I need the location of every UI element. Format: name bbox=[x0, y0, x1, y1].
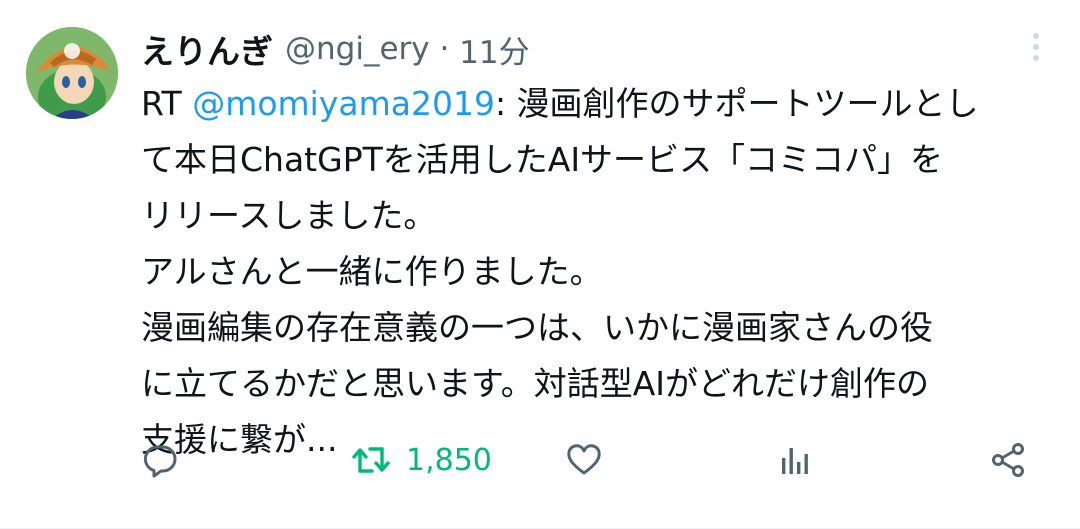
avatar[interactable] bbox=[26, 27, 118, 119]
tweet-text-line: て本日ChatGPTを活用したAIサービス「コミコパ」を bbox=[141, 140, 944, 179]
display-name[interactable]: えりんぎ bbox=[141, 25, 273, 73]
tweet-header: えりんぎ @ngi_ery · 11分 bbox=[141, 24, 530, 74]
tweet-text: RT @momiyama2019: 漫画創作のサポートツールとし て本日Chat… bbox=[141, 76, 1041, 468]
more-vertical-icon[interactable] bbox=[1024, 30, 1048, 64]
like-button[interactable] bbox=[566, 432, 602, 488]
reply-button[interactable] bbox=[142, 432, 178, 488]
tweet-text-line: 漫画編集の存在意義の一つは、いかに漫画家さんの役 bbox=[141, 308, 933, 347]
share-icon bbox=[990, 442, 1026, 478]
tweet-text-line: リリースしました。 bbox=[141, 196, 437, 235]
analytics-icon bbox=[780, 444, 810, 476]
tweet-text-line: に立てるかだと思います。対話型AIがどれだけ創作の bbox=[141, 364, 930, 403]
tweet-time[interactable]: 11分 bbox=[459, 27, 529, 72]
retweet-icon bbox=[352, 443, 390, 477]
views-button[interactable] bbox=[780, 432, 810, 488]
tweet[interactable]: えりんぎ @ngi_ery · 11分 RT @momiyama2019: 漫画… bbox=[0, 0, 1080, 529]
mention-link[interactable]: @momiyama2019 bbox=[192, 84, 495, 123]
tweet-text-segment: : 漫画創作のサポートツールとし bbox=[494, 84, 979, 123]
tweet-text-line: RT @momiyama2019: 漫画創作のサポートツールとし bbox=[141, 76, 1041, 132]
tweet-text-line: アルさんと一緒に作りました。 bbox=[141, 252, 603, 291]
user-handle[interactable]: @ngi_ery bbox=[285, 31, 430, 67]
retweet-count: 1,850 bbox=[406, 442, 492, 478]
retweet-button[interactable]: 1,850 bbox=[352, 432, 492, 488]
action-bar: 1,850 bbox=[0, 432, 1080, 488]
retweet-prefix: RT bbox=[141, 84, 193, 123]
reply-icon bbox=[142, 442, 178, 478]
header-separator: · bbox=[439, 31, 450, 67]
heart-icon bbox=[566, 443, 602, 477]
share-button[interactable] bbox=[990, 432, 1026, 488]
